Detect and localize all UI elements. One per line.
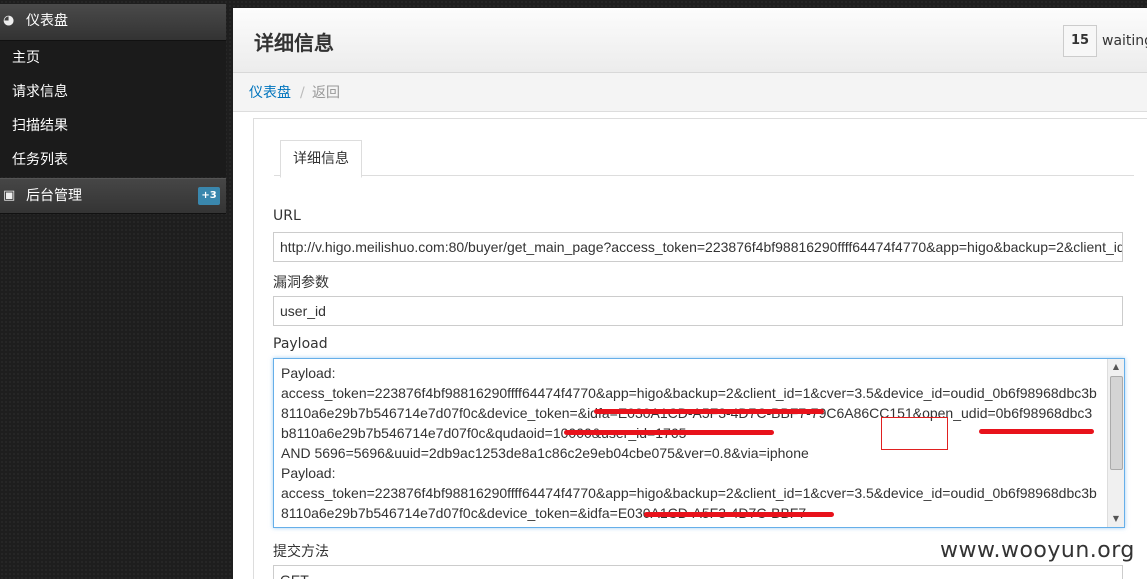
main-content: 详细信息 15 waiting 仪表盘 / 返回 详细信息 URL http:/… — [233, 8, 1147, 579]
breadcrumb-separator: / — [300, 85, 305, 101]
sidebar-item-admin[interactable]: ▣ 后台管理 +3 — [0, 178, 226, 214]
waiting-label: waiting — [1102, 33, 1147, 49]
redaction-mark — [644, 512, 834, 517]
tab-details[interactable]: 详细信息 — [280, 140, 362, 178]
scroll-up-arrow-icon[interactable]: ▲ — [1108, 359, 1124, 375]
sidebar-item-tasks[interactable]: 任务列表 — [0, 143, 226, 177]
admin-count-badge: +3 — [198, 187, 220, 205]
sidebar-submenu: 主页 请求信息 扫描结果 任务列表 — [0, 41, 226, 177]
redaction-mark — [979, 429, 1094, 434]
waiting-count: 15 — [1063, 25, 1097, 57]
sidebar-item-requests[interactable]: 请求信息 — [0, 75, 226, 109]
payload-text: Payload: access_token=223876f4bf98816290… — [281, 365, 1097, 521]
payload-label: Payload — [273, 336, 328, 352]
url-field[interactable]: http://v.higo.meilishuo.com:80/buyer/get… — [273, 232, 1123, 262]
page-header: 详细信息 15 waiting — [233, 8, 1147, 73]
sidebar: ◕ 仪表盘 主页 请求信息 扫描结果 任务列表 ▣ 后台管理 +3 — [0, 0, 226, 579]
sidebar-item-label: 后台管理 — [26, 188, 82, 204]
breadcrumb-dashboard-link[interactable]: 仪表盘 — [249, 73, 291, 113]
briefcase-icon: ▣ — [3, 188, 16, 203]
sidebar-item-label: 仪表盘 — [26, 13, 68, 29]
breadcrumb-back[interactable]: 返回 — [312, 73, 340, 113]
method-label: 提交方法 — [273, 544, 329, 560]
user-id-highlight-box — [881, 417, 948, 450]
sidebar-item-home[interactable]: 主页 — [0, 41, 226, 75]
page-title: 详细信息 — [254, 31, 334, 55]
dashboard-icon: ◕ — [3, 13, 15, 28]
method-field[interactable]: GET — [273, 565, 1123, 579]
breadcrumb: 仪表盘 / 返回 — [233, 73, 1147, 112]
redaction-mark — [594, 409, 824, 414]
sidebar-item-dashboard[interactable]: ◕ 仪表盘 — [0, 4, 226, 41]
detail-panel: 详细信息 URL http://v.higo.meilishuo.com:80/… — [253, 118, 1147, 579]
scrollbar-thumb[interactable] — [1110, 376, 1123, 470]
url-label: URL — [273, 208, 301, 224]
redaction-mark — [564, 430, 774, 435]
vuln-param-label: 漏洞参数 — [273, 275, 329, 291]
vuln-param-field[interactable]: user_id — [273, 296, 1123, 326]
payload-scrollbar[interactable]: ▲ ▼ — [1107, 359, 1124, 527]
scroll-down-arrow-icon[interactable]: ▼ — [1108, 511, 1124, 527]
watermark: www.wooyun.org — [940, 538, 1135, 563]
payload-textarea[interactable]: Payload: access_token=223876f4bf98816290… — [273, 358, 1125, 528]
sidebar-item-scan-results[interactable]: 扫描结果 — [0, 109, 226, 143]
tab-divider — [274, 175, 1134, 176]
